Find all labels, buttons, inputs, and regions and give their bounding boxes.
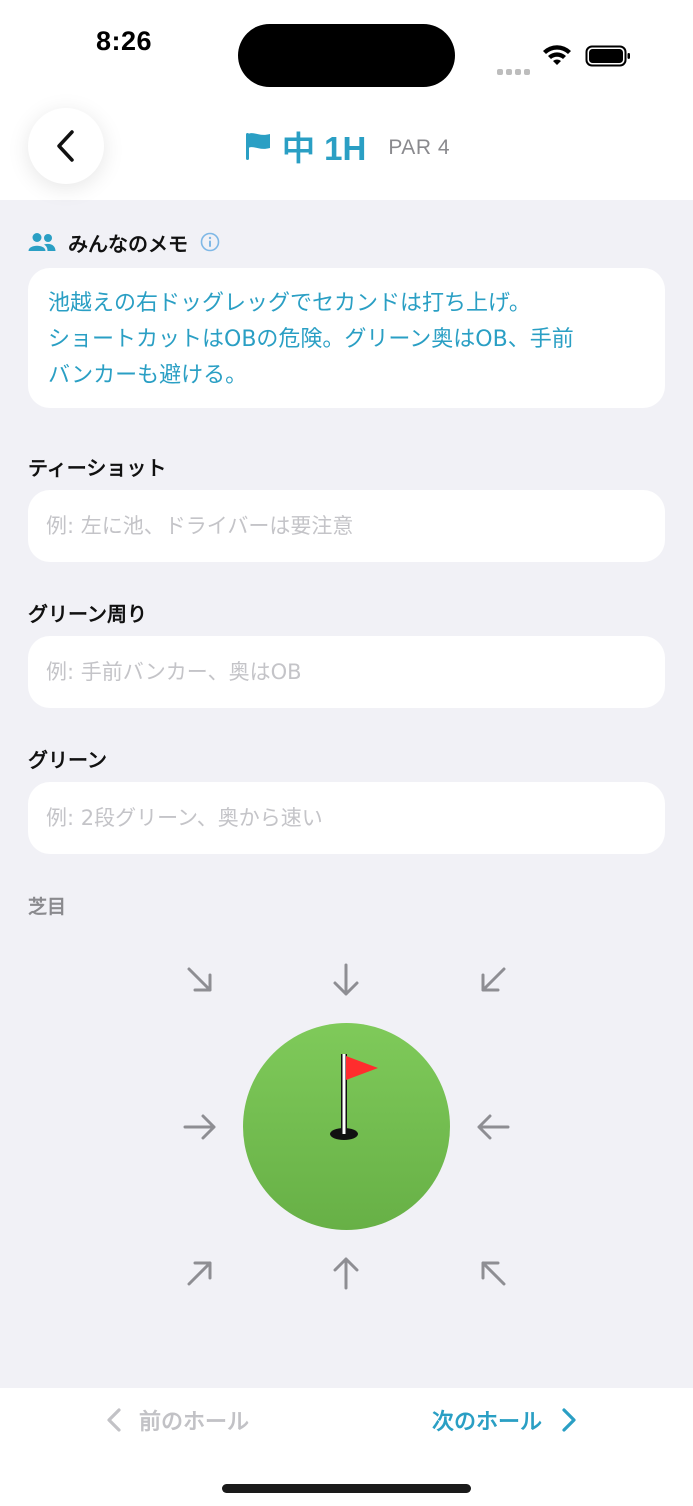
status-time: 8:26 xyxy=(96,26,153,56)
next-hole-label: 次のホール xyxy=(432,1410,543,1435)
chevron-left-icon xyxy=(107,1408,121,1432)
memo-text-line: 池越えの右ドッグレッグでセカンドは打ち上げ。 xyxy=(48,291,531,316)
arrow-right-icon[interactable] xyxy=(180,1107,220,1147)
hole-title-group: 中 1H PAR 4 xyxy=(244,124,450,168)
arrow-left-icon[interactable] xyxy=(473,1107,513,1147)
around-green-label: グリーン周り xyxy=(28,602,147,626)
memo-header: みんなのメモ xyxy=(28,228,220,256)
status-bar: 8:26 xyxy=(0,0,693,92)
par-label: PAR 4 xyxy=(388,136,450,159)
home-indicator xyxy=(222,1484,471,1493)
people-icon xyxy=(28,233,56,251)
green-input[interactable] xyxy=(46,806,646,830)
chevron-left-icon xyxy=(57,130,74,162)
arrow-up-right-icon[interactable] xyxy=(180,1253,220,1293)
dynamic-island xyxy=(238,24,455,87)
tee-shot-label: ティーショット xyxy=(28,456,167,480)
wifi-icon xyxy=(543,45,571,65)
arrow-down-left-icon[interactable] xyxy=(473,960,513,1000)
around-green-field-container xyxy=(28,636,665,708)
hole-title: 中 1H xyxy=(282,130,367,167)
lawn-grain-label: 芝目 xyxy=(28,896,67,918)
green-label: グリーン xyxy=(28,748,107,772)
arrow-down-right-icon[interactable] xyxy=(180,960,220,1000)
memo-label: みんなのメモ xyxy=(68,231,188,256)
tee-shot-input[interactable] xyxy=(46,514,646,538)
tee-shot-field-container xyxy=(28,490,665,562)
memo-text-line: バンカーも避ける。 xyxy=(48,363,248,388)
info-icon[interactable] xyxy=(200,232,220,252)
prev-hole-button[interactable]: 前のホール xyxy=(105,1403,249,1437)
shared-memo-card: 池越えの右ドッグレッグでセカンドは打ち上げ。 ショートカットはOBの危険。グリー… xyxy=(28,268,665,408)
around-green-input[interactable] xyxy=(46,660,646,684)
arrow-up-icon[interactable] xyxy=(326,1253,366,1293)
memo-text-line: ショートカットはOBの危険。グリーン奥はOB、手前 xyxy=(48,327,574,352)
arrow-up-left-icon[interactable] xyxy=(473,1253,513,1293)
cellular-icon xyxy=(497,60,533,79)
arrow-down-icon[interactable] xyxy=(326,960,366,1000)
back-button[interactable] xyxy=(28,108,104,184)
prev-hole-label: 前のホール xyxy=(139,1410,250,1435)
header: 中 1H PAR 4 xyxy=(0,92,693,200)
pin-icon xyxy=(330,1054,378,1140)
chevron-right-icon xyxy=(562,1408,576,1432)
green-field-container xyxy=(28,782,665,854)
flag-icon xyxy=(246,133,270,160)
next-hole-button[interactable]: 次のホール xyxy=(432,1403,578,1437)
battery-icon xyxy=(585,45,630,67)
